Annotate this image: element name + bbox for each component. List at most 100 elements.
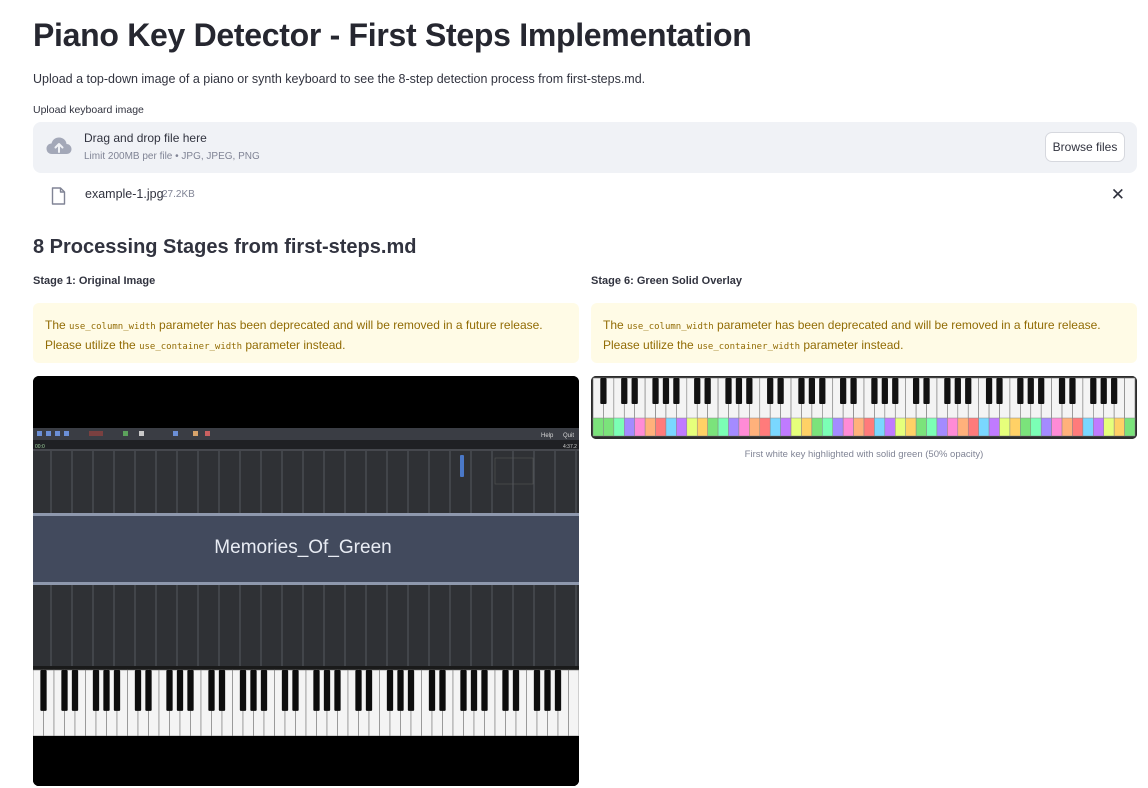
black-key xyxy=(1027,378,1034,405)
black-key xyxy=(996,378,1003,405)
black-key xyxy=(554,670,562,711)
highlight-key xyxy=(926,417,938,437)
black-key xyxy=(260,670,268,711)
highlight-key xyxy=(988,417,1000,437)
black-key xyxy=(166,670,173,711)
black-key xyxy=(250,670,257,711)
black-key xyxy=(113,670,121,711)
warning-text: parameter instead. xyxy=(242,338,346,352)
browse-files-button[interactable]: Browse files xyxy=(1045,132,1125,162)
black-key xyxy=(798,378,805,405)
black-key xyxy=(40,670,47,711)
highlight-key xyxy=(1051,417,1063,437)
black-key xyxy=(481,670,488,711)
highlight-key xyxy=(999,417,1011,437)
warning-text: parameter instead. xyxy=(800,338,904,352)
black-key xyxy=(808,378,816,405)
highlight-key xyxy=(634,417,646,437)
highlight-key xyxy=(686,417,698,437)
black-key xyxy=(218,670,226,711)
black-key xyxy=(134,670,142,711)
highlight-key xyxy=(592,417,604,437)
deprecation-warning-left: The use_column_width parameter has been … xyxy=(33,303,579,363)
black-key xyxy=(145,670,152,711)
highlight-key xyxy=(676,417,688,437)
highlight-key xyxy=(895,417,906,437)
highlight-key xyxy=(822,417,833,437)
highlight-key xyxy=(644,417,656,437)
black-key xyxy=(292,670,299,711)
black-key xyxy=(61,670,68,711)
highlight-key xyxy=(624,417,635,437)
black-key xyxy=(840,378,847,405)
highlight-key xyxy=(863,417,875,437)
black-key xyxy=(1090,378,1097,405)
black-key xyxy=(1069,378,1076,405)
keyboard-image xyxy=(33,669,579,737)
black-key xyxy=(512,670,520,711)
white-key xyxy=(568,669,579,737)
highlight-key xyxy=(957,417,969,437)
highlight-key xyxy=(769,417,781,437)
highlight-key xyxy=(947,417,959,437)
highlight-key xyxy=(780,417,792,437)
highlight-key xyxy=(717,417,729,437)
upload-label: Upload keyboard image xyxy=(33,104,144,116)
black-key xyxy=(386,670,394,711)
black-key xyxy=(1058,378,1066,405)
black-key xyxy=(323,670,331,711)
black-key xyxy=(103,670,110,711)
stage-title-left: Stage 1: Original Image xyxy=(33,275,156,287)
black-key xyxy=(313,670,320,711)
warning-text: The xyxy=(45,318,70,332)
highlight-key xyxy=(832,417,844,437)
highlight-key xyxy=(613,417,625,437)
close-icon[interactable]: ✕ xyxy=(1111,185,1125,205)
warning-code: use_container_width xyxy=(697,342,801,352)
black-key xyxy=(533,670,541,711)
highlight-key xyxy=(1061,417,1073,437)
black-key xyxy=(208,670,215,711)
overlay-keyboard xyxy=(592,377,1136,437)
black-key xyxy=(1038,378,1045,405)
time-elapsed: 00:0 xyxy=(35,444,45,450)
black-key xyxy=(334,670,341,711)
cloud-upload-icon xyxy=(46,137,72,154)
stage-column-left: Stage 1: Original Image The use_column_w… xyxy=(33,275,579,363)
original-image-svg: Help Quit 00:0 4:37.2 Memories_Of_Green xyxy=(33,376,579,786)
black-key xyxy=(355,670,362,711)
highlight-key xyxy=(1040,417,1052,437)
black-key xyxy=(176,670,184,711)
highlight-key xyxy=(696,417,708,437)
black-key xyxy=(985,378,993,405)
black-key xyxy=(725,378,732,405)
highlight-key xyxy=(905,417,917,437)
overlay-caption: First white key highlighted with solid g… xyxy=(744,449,984,460)
black-key xyxy=(407,670,415,711)
highlight-key xyxy=(1009,417,1021,437)
black-key xyxy=(944,378,951,405)
file-icon xyxy=(51,187,66,205)
black-key xyxy=(912,378,920,405)
black-key xyxy=(365,670,373,711)
highlight-key xyxy=(1020,417,1032,437)
highlight-key xyxy=(759,417,771,437)
deprecation-warning-right: The use_column_width parameter has been … xyxy=(591,303,1137,363)
highlight-key xyxy=(853,417,865,437)
black-key xyxy=(92,670,100,711)
highlight-key xyxy=(967,417,979,437)
black-key xyxy=(239,670,247,711)
black-key xyxy=(1017,378,1024,405)
black-key xyxy=(892,378,899,405)
dropzone-title: Drag and drop file here xyxy=(84,131,207,145)
warning-code: use_container_width xyxy=(139,342,243,352)
black-key xyxy=(621,378,628,405)
highlight-key xyxy=(874,417,886,437)
stage-column-right: Stage 6: Green Solid Overlay The use_col… xyxy=(591,275,1137,363)
highlight-key xyxy=(603,417,615,437)
black-key xyxy=(1111,378,1118,405)
black-key xyxy=(652,378,659,405)
black-key xyxy=(777,378,784,405)
highlight-key xyxy=(1113,417,1125,437)
file-dropzone[interactable]: Drag and drop file here Limit 200MB per … xyxy=(33,122,1137,173)
